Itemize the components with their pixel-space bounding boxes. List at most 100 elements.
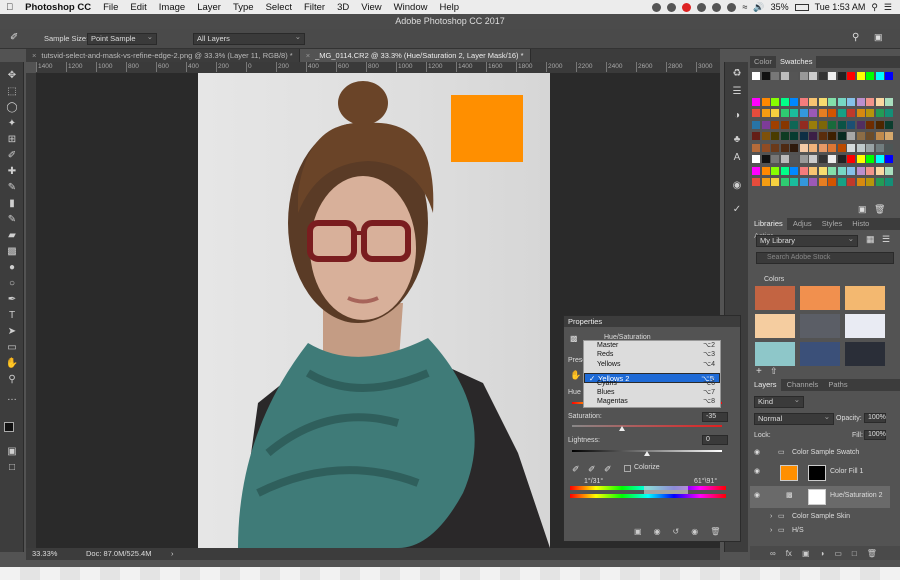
healing-tool-icon[interactable]: ✚ (5, 166, 19, 178)
swatch[interactable] (847, 120, 855, 129)
swatch[interactable] (809, 109, 817, 117)
swatch[interactable] (847, 109, 855, 117)
swatch[interactable] (866, 155, 874, 163)
menu-view[interactable]: View (355, 2, 387, 13)
library-color-swatch[interactable] (755, 286, 795, 310)
layer-filter-select[interactable]: Kind (754, 395, 804, 408)
swatch[interactable] (790, 109, 798, 117)
swatch[interactable] (761, 166, 770, 175)
library-search-input[interactable]: Search Adobe Stock (756, 252, 894, 264)
swatch[interactable] (875, 155, 884, 163)
quick-mask-icon[interactable]: ▣ (5, 446, 19, 458)
vertical-ruler[interactable] (26, 73, 36, 548)
menu-app-name[interactable]: Photoshop CC (19, 2, 97, 13)
eyedropper-tool-icon[interactable]: ✐ (5, 150, 19, 162)
swatch[interactable] (837, 143, 846, 152)
channel-option[interactable]: Blues ⌥7 (584, 388, 720, 397)
tab-libraries[interactable]: Libraries (750, 218, 787, 230)
new-swatch-icon[interactable]: ▣ (858, 204, 867, 215)
library-color-swatch[interactable] (845, 342, 885, 366)
swatch[interactable] (828, 109, 836, 117)
swatch[interactable] (866, 72, 874, 80)
blend-mode-select[interactable]: Normal (754, 412, 834, 425)
swatch[interactable] (818, 155, 827, 163)
orange-color-swatch[interactable] (451, 95, 523, 162)
tab-layers[interactable]: Layers (750, 379, 781, 391)
swatch[interactable] (818, 166, 827, 175)
brushes-panel-icon[interactable]: ☰ (730, 86, 744, 99)
fill-field[interactable]: 100% (864, 430, 886, 440)
swatch[interactable] (809, 72, 817, 80)
swatch[interactable] (799, 155, 808, 163)
swatch[interactable] (818, 132, 827, 140)
history-panel-icon[interactable]: ♻ (730, 68, 744, 81)
swatch[interactable] (761, 178, 770, 186)
spotlight-icon[interactable]: ⚲ (871, 2, 878, 13)
swatch[interactable] (837, 155, 846, 163)
tab-swatches[interactable]: Swatches (775, 56, 817, 68)
delete-adjustment-icon[interactable]: 🗑 (710, 527, 720, 536)
swatch[interactable] (799, 166, 808, 175)
swatch[interactable] (761, 143, 770, 152)
swatch[interactable] (809, 97, 817, 106)
swatch[interactable] (856, 72, 865, 80)
swatch[interactable] (847, 72, 855, 80)
library-select[interactable]: My Library (756, 234, 858, 247)
move-tool-icon[interactable]: ✥ (5, 70, 19, 82)
swatch[interactable] (818, 120, 827, 129)
swatch[interactable] (761, 120, 770, 129)
visibility-eye-icon[interactable]: ◉ (754, 462, 760, 482)
dropbox-icon[interactable] (652, 2, 662, 12)
swatch[interactable] (875, 178, 884, 186)
library-color-swatch[interactable] (800, 342, 840, 366)
swatch[interactable] (828, 143, 836, 152)
crop-tool-icon[interactable]: ⊞ (5, 134, 19, 146)
lightness-field[interactable]: 0 (702, 435, 728, 445)
channel-option[interactable]: Master ⌥2 (584, 341, 720, 350)
swatch[interactable] (761, 72, 770, 80)
type-tool-icon[interactable]: T (5, 310, 19, 322)
menu-file[interactable]: File (97, 2, 124, 13)
tab-document-1[interactable]: × tutsvid-select-and-mask-vs-refine-edge-… (26, 49, 300, 62)
volume-icon[interactable]: 🔊 (753, 2, 764, 13)
delete-swatch-icon[interactable]: 🗑 (874, 204, 885, 215)
swatch[interactable] (771, 132, 779, 140)
swatch[interactable] (856, 120, 865, 129)
eyedropper-icon[interactable]: ✐ (572, 464, 580, 475)
new-adjustment-icon[interactable]: ◑ (820, 549, 825, 558)
link-layers-icon[interactable]: ∞ (770, 549, 776, 558)
swatch[interactable] (866, 120, 874, 129)
swatch[interactable] (790, 178, 798, 186)
swatch[interactable] (809, 155, 817, 163)
timemachine-icon[interactable] (667, 2, 677, 12)
swatch[interactable] (809, 132, 817, 140)
grid-view-icon[interactable]: ▦ (866, 234, 875, 245)
eyedropper-minus-icon[interactable]: ✐ (604, 464, 612, 475)
swatches-grid[interactable] (752, 72, 898, 206)
more-tools-icon[interactable]: … (5, 392, 19, 404)
swatch[interactable] (752, 143, 760, 152)
sample-size-select[interactable]: Point Sample (87, 32, 157, 45)
add-content-icon[interactable]: + (756, 366, 762, 377)
visibility-icon[interactable]: ◉ (691, 527, 698, 536)
list-view-icon[interactable]: ☰ (882, 234, 890, 245)
swatch[interactable] (771, 143, 779, 152)
menu-select[interactable]: Select (260, 2, 298, 13)
swatch[interactable] (771, 97, 779, 106)
swatch[interactable] (885, 120, 893, 129)
swatch[interactable] (866, 132, 874, 140)
screen-mode-icon[interactable]: □ (5, 462, 19, 474)
swatch[interactable] (771, 109, 779, 117)
swatch[interactable] (799, 132, 808, 140)
channel-option[interactable]: Reds ⌥3 (584, 350, 720, 359)
path-select-tool-icon[interactable]: ➤ (5, 326, 19, 338)
swatch[interactable] (828, 72, 836, 80)
swatch[interactable] (771, 155, 779, 163)
swatch[interactable] (790, 72, 798, 80)
add-mask-icon[interactable]: ▣ (802, 549, 810, 558)
zoom-level[interactable]: 33.33% (32, 548, 57, 560)
swatch[interactable] (818, 72, 827, 80)
range-marker-band[interactable] (644, 486, 688, 494)
new-layer-icon[interactable]: □ (852, 549, 857, 558)
menu-window[interactable]: Window (388, 2, 434, 13)
